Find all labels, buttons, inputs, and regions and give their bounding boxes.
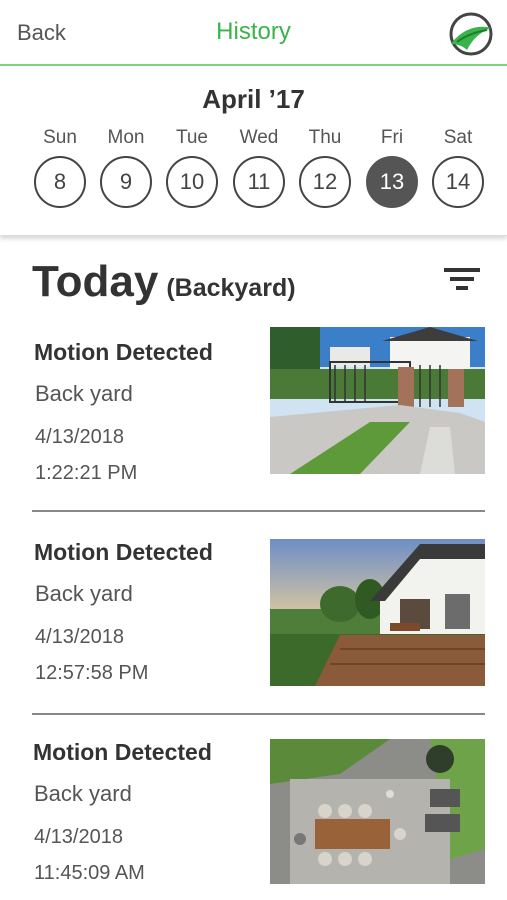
divider — [32, 510, 485, 512]
day-sat[interactable]: Sat 14 — [430, 126, 486, 208]
event-location: Back yard — [35, 381, 133, 406]
day-number-button[interactable]: 12 — [299, 156, 351, 208]
day-number-button-selected[interactable]: 13 — [366, 156, 418, 208]
event-item[interactable]: Motion Detected Back yard 4/13/2018 11:4… — [0, 739, 507, 900]
event-title: Motion Detected — [34, 339, 213, 365]
month-label: April ’17 — [202, 84, 305, 114]
day-name: Wed — [239, 127, 279, 148]
event-thumbnail-image[interactable] — [270, 739, 485, 884]
divider — [32, 713, 485, 715]
day-name: Tue — [175, 127, 209, 148]
day-strip: Sun 8 Mon 9 Tue 10 Wed 11 Thu 12 Fri 13 … — [0, 126, 507, 216]
event-location: Back yard — [34, 781, 132, 806]
filter-icon[interactable] — [444, 266, 480, 294]
day-name: Mon — [107, 127, 145, 148]
day-sun[interactable]: Sun 8 — [32, 126, 88, 208]
event-time: 11:45:09 AM — [34, 862, 145, 884]
day-wed[interactable]: Wed 11 — [231, 126, 287, 208]
day-number-button[interactable]: 11 — [233, 156, 285, 208]
day-number-button[interactable]: 8 — [34, 156, 86, 208]
event-time: 12:57:58 PM — [35, 662, 149, 684]
event-location: Back yard — [35, 581, 133, 606]
event-date: 4/13/2018 — [35, 626, 124, 648]
day-name: Sat — [443, 127, 473, 148]
day-tue[interactable]: Tue 10 — [164, 126, 220, 208]
page-title: History — [216, 18, 291, 45]
day-fri[interactable]: Fri 13 — [364, 126, 420, 208]
week-calendar: April ’17 Sun 8 Mon 9 Tue 10 Wed 11 Thu … — [0, 68, 507, 236]
event-title: Motion Detected — [34, 539, 213, 565]
day-name: Fri — [380, 127, 404, 148]
section-title: Today — [32, 257, 159, 306]
event-thumbnail-image[interactable] — [270, 539, 485, 686]
day-number-button[interactable]: 10 — [166, 156, 218, 208]
event-date: 4/13/2018 — [35, 426, 124, 448]
event-time: 1:22:21 PM — [35, 462, 138, 484]
event-item[interactable]: Motion Detected Back yard 4/13/2018 12:5… — [0, 539, 507, 739]
day-name: Thu — [308, 127, 342, 148]
day-thu[interactable]: Thu 12 — [297, 126, 353, 208]
day-number-button[interactable]: 9 — [100, 156, 152, 208]
event-thumbnail-image[interactable] — [270, 327, 485, 474]
logo-icon[interactable] — [447, 10, 495, 58]
day-name: Sun — [43, 127, 77, 148]
app-header: Back History — [0, 0, 507, 66]
section-heading: Today (Backyard) — [32, 257, 296, 307]
day-number-button[interactable]: 14 — [432, 156, 484, 208]
event-title: Motion Detected — [33, 739, 212, 765]
event-date: 4/13/2018 — [34, 826, 123, 848]
event-item[interactable]: Motion Detected Back yard 4/13/2018 1:22… — [0, 327, 507, 539]
section-location: (Backyard) — [166, 274, 296, 302]
day-mon[interactable]: Mon 9 — [98, 126, 154, 208]
